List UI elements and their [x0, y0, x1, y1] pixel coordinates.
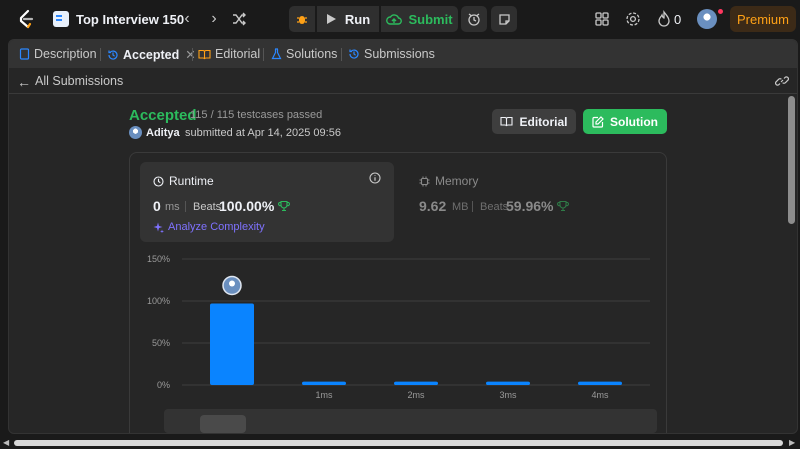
- tab-description[interactable]: Description: [19, 47, 97, 61]
- gear-icon[interactable]: [624, 10, 642, 28]
- chart-bar-1ms[interactable]: [302, 381, 346, 385]
- x-tick-label: 4ms: [591, 390, 609, 400]
- chart-range-scroller[interactable]: [164, 409, 657, 433]
- history-icon: [349, 49, 359, 59]
- testcases-passed: 115 / 115 testcases passed: [190, 109, 323, 121]
- problem-list-title[interactable]: Top Interview 150: [76, 12, 184, 27]
- solution-button[interactable]: Solution: [583, 109, 667, 134]
- chart-bar-0ms[interactable]: [210, 303, 254, 385]
- runtime-distribution-chart: 0% 50% 100% 150% 1ms 2ms 3ms 4ms: [147, 254, 650, 400]
- back-arrow-icon[interactable]: ←: [17, 74, 31, 90]
- tab-editorial[interactable]: Editorial: [198, 47, 260, 61]
- note-icon: [498, 13, 510, 25]
- next-problem-icon[interactable]: ›: [205, 9, 223, 29]
- all-submissions-link[interactable]: All Submissions: [35, 74, 123, 88]
- submission-detail: Accepted 115 / 115 testcases passed Adit…: [9, 95, 785, 433]
- shuffle-icon[interactable]: [231, 11, 247, 27]
- editorial-button[interactable]: Editorial: [492, 109, 576, 134]
- scroll-right-icon[interactable]: ▶: [789, 438, 795, 447]
- y-tick-label: 150%: [147, 254, 170, 264]
- tab-solutions[interactable]: Solutions: [271, 47, 337, 61]
- submission-panel: Description Accepted ✕ Editorial Solutio…: [8, 39, 798, 434]
- submit-label: Submit: [408, 11, 453, 27]
- horizontal-scrollbar-thumb[interactable]: [14, 440, 783, 446]
- chart-bar-4ms[interactable]: [578, 381, 622, 385]
- your-submission-avatar-marker: [222, 275, 242, 296]
- user-avatar[interactable]: [697, 9, 717, 29]
- prev-problem-icon[interactable]: ‹: [178, 9, 196, 29]
- result-status: Accepted: [129, 107, 197, 124]
- chart-bar-3ms[interactable]: [486, 381, 530, 385]
- streak-flame-icon[interactable]: [655, 10, 673, 28]
- book-icon: [500, 116, 514, 127]
- edit-icon: [592, 115, 604, 128]
- top-nav: Top Interview 150 ‹ › Run Submit 0 Premi…: [0, 0, 800, 38]
- submitted-at: submitted at Apr 14, 2025 09:56: [185, 127, 341, 139]
- book-icon: [198, 49, 211, 59]
- solution-button-label: Solution: [610, 114, 658, 129]
- premium-button[interactable]: Premium: [730, 6, 796, 32]
- tab-accepted-label: Accepted: [123, 47, 180, 62]
- tab-description-label: Description: [34, 47, 97, 61]
- y-tick-label: 100%: [147, 296, 170, 306]
- cloud-upload-icon: [386, 13, 403, 25]
- tab-solutions-label: Solutions: [286, 47, 338, 61]
- run-button[interactable]: Run: [317, 6, 379, 32]
- editorial-button-label: Editorial: [519, 114, 568, 129]
- tab-divider: [341, 48, 342, 61]
- tab-submissions-label: Submissions: [364, 47, 435, 61]
- x-tick-label: 3ms: [499, 390, 517, 400]
- x-tick-label: 2ms: [407, 390, 425, 400]
- play-icon: [326, 14, 336, 24]
- scroll-left-icon[interactable]: ◀: [3, 438, 9, 447]
- x-tick-label: 1ms: [315, 390, 333, 400]
- flask-icon: [271, 48, 282, 60]
- layout-grid-icon[interactable]: [593, 10, 611, 28]
- back-row: ← All Submissions: [9, 68, 797, 94]
- tab-divider: [263, 48, 264, 61]
- bug-icon: [297, 16, 307, 24]
- panel-vertical-scrollbar[interactable]: [788, 96, 795, 224]
- tab-editorial-label: Editorial: [215, 47, 261, 61]
- document-icon: [19, 48, 30, 60]
- chart-range-handle[interactable]: [200, 415, 246, 433]
- submitter-avatar[interactable]: [129, 126, 142, 139]
- history-icon: [108, 49, 118, 60]
- leetcode-logo-icon[interactable]: [16, 9, 36, 29]
- streak-count: 0: [674, 12, 682, 27]
- run-label: Run: [344, 11, 371, 27]
- performance-card: Runtime 0 ms Beats 100.00% Analyze Compl…: [129, 152, 667, 433]
- y-tick-label: 0%: [157, 380, 170, 390]
- debug-button[interactable]: [289, 6, 315, 32]
- close-tab-icon[interactable]: ✕: [185, 47, 195, 62]
- timer-button[interactable]: [461, 6, 487, 32]
- action-group: Run Submit: [289, 6, 458, 32]
- tab-divider: [192, 48, 193, 61]
- panel-tabs: Description Accepted ✕ Editorial Solutio…: [9, 40, 797, 68]
- submitter-name[interactable]: Aditya: [146, 127, 180, 139]
- tab-accepted[interactable]: Accepted ✕: [107, 47, 196, 62]
- tab-divider: [100, 48, 101, 61]
- notification-dot: [718, 9, 723, 14]
- chart-bar-2ms[interactable]: [394, 381, 438, 385]
- notes-button[interactable]: [491, 6, 517, 32]
- link-icon[interactable]: [775, 74, 789, 88]
- y-tick-label: 50%: [152, 338, 170, 348]
- tab-submissions[interactable]: Submissions: [348, 47, 435, 61]
- alarm-clock-icon: [468, 13, 480, 26]
- problem-list-icon[interactable]: [53, 11, 69, 27]
- submit-button[interactable]: Submit: [381, 6, 458, 32]
